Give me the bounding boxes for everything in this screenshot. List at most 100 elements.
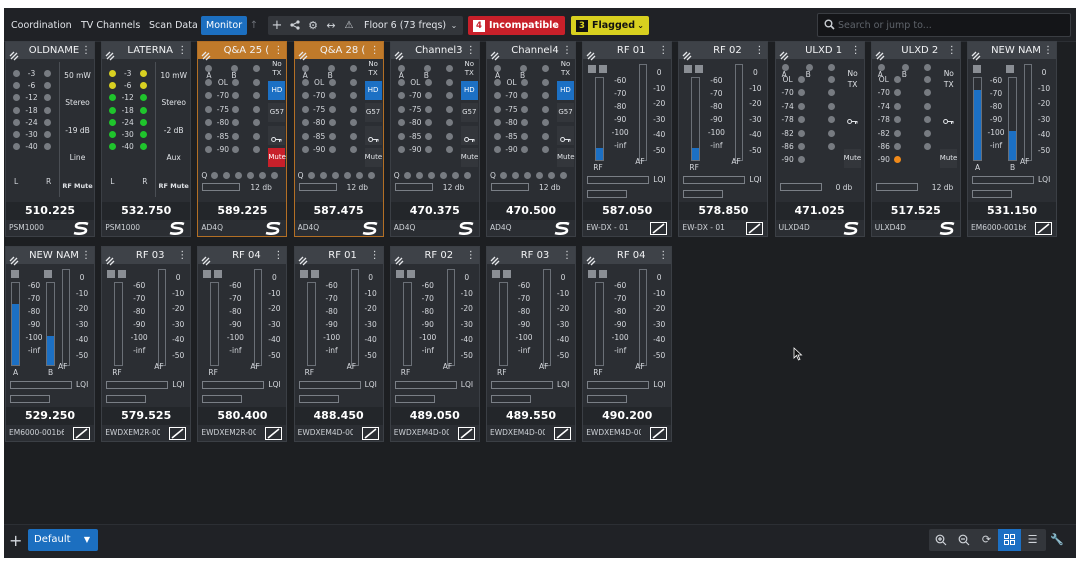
channel-strip[interactable]: ULXD 2 ⋮ A B OL -70 -74 -78 -82 -86 -90 No TX Mute 12… <box>870 41 961 237</box>
channel-frequency[interactable]: 589.225 <box>198 202 287 220</box>
channel-strip[interactable]: Q&A 28 (⋮ A B OL -70 -75 -80 -85 -90 No TX HD G57 Mu… <box>293 41 384 237</box>
add-tab-plus-icon[interactable]: + <box>9 531 22 551</box>
hd-button[interactable]: HD <box>557 81 574 100</box>
no-tx-indicator[interactable]: No TX <box>461 59 478 78</box>
channel-frequency[interactable]: 529.250 <box>6 407 94 425</box>
channel-name[interactable]: NEW NAM <box>985 42 1047 59</box>
mute-button[interactable]: Mute <box>939 149 957 168</box>
mute-button[interactable]: Mute <box>268 148 286 167</box>
zoom-out-icon[interactable] <box>952 529 975 551</box>
channel-header[interactable]: Q&A 28 (⋮ <box>294 42 383 61</box>
channel-strip[interactable]: RF 04 ⋮ RF -60 -70 -80 -90 -100 -inf AF 0 -10 -20 -30… <box>197 246 288 442</box>
channel-strip[interactable]: Channel4 ⋮ A B OL -70 -75 -80 -85 -90 No TX HD G57 Mu… <box>486 41 576 237</box>
side-setting-button[interactable]: RF Mute <box>157 181 190 191</box>
gear-icon[interactable]: ⚙ <box>306 16 320 35</box>
hd-button[interactable]: HD <box>268 81 286 100</box>
no-tx-indicator[interactable]: No TX <box>365 59 382 78</box>
channel-frequency[interactable]: 470.375 <box>390 202 479 220</box>
floor-selector[interactable]: Floor 6 (73 freqs) <box>364 16 449 35</box>
lock-button[interactable] <box>844 108 861 127</box>
nav-scan-data[interactable]: Scan Data <box>144 16 203 35</box>
channel-header[interactable]: NEW NAM ⋮ <box>968 42 1056 61</box>
arrow-up-icon[interactable]: ↑ <box>248 16 260 35</box>
channel-name[interactable]: RF 01 <box>600 42 662 59</box>
zoom-in-icon[interactable] <box>929 529 952 551</box>
side-setting-button[interactable]: RF Mute <box>61 181 94 191</box>
channel-header[interactable]: RF 01 ⋮ <box>583 42 672 61</box>
side-setting-button[interactable]: Stereo <box>61 98 94 108</box>
more-menu-icon[interactable]: ⋮ <box>273 247 283 264</box>
channel-strip[interactable]: RF 01 ⋮ RF -60 -70 -80 -90 -100 -inf AF 0 -10 -20 -30… <box>293 246 384 442</box>
channel-strip[interactable]: ULXD 1 ⋮ A B OL -70 -74 -78 -82 -86 -90 No TX Mute 0 … <box>774 41 865 237</box>
channel-strip[interactable]: Q&A 25 (⋮ A B OL -70 -75 -80 -85 -90 No TX HD G57 Mu… <box>197 41 288 237</box>
channel-name[interactable]: Channel3 <box>408 42 470 59</box>
channel-frequency[interactable]: 489.550 <box>487 407 575 425</box>
channel-frequency[interactable]: 470.500 <box>487 202 575 220</box>
channel-header[interactable]: Channel4 ⋮ <box>487 42 575 61</box>
more-menu-icon[interactable]: ⋮ <box>81 247 91 264</box>
channel-name[interactable]: RF 03 <box>504 247 566 264</box>
side-setting-button[interactable]: Aux <box>157 153 190 163</box>
channel-frequency[interactable]: 587.050 <box>583 202 672 220</box>
channel-header[interactable]: ULXD 2 ⋮ <box>871 42 960 61</box>
channel-header[interactable]: RF 03 ⋮ <box>487 247 575 266</box>
more-menu-icon[interactable]: ⋮ <box>177 247 187 264</box>
wrench-icon[interactable]: 🔧 <box>1050 533 1064 546</box>
g57-button[interactable]: G57 <box>557 103 574 122</box>
more-menu-icon[interactable]: ⋮ <box>658 247 668 264</box>
channel-frequency[interactable]: 489.050 <box>390 407 479 425</box>
side-setting-button[interactable]: 10 mW <box>157 71 190 81</box>
channel-header[interactable]: RF 03 ⋮ <box>102 247 191 266</box>
list-view-icon[interactable]: ☰ <box>1021 529 1044 551</box>
mute-button[interactable]: Mute <box>460 148 478 167</box>
more-menu-icon[interactable]: ⋮ <box>851 42 861 59</box>
g57-button[interactable]: G57 <box>268 103 286 122</box>
side-setting-button[interactable]: Stereo <box>157 98 190 108</box>
channel-header[interactable]: LATERNA ⋮ <box>102 42 191 61</box>
more-menu-icon[interactable]: ⋮ <box>754 42 764 59</box>
more-menu-icon[interactable]: ⋮ <box>1043 42 1053 59</box>
more-menu-icon[interactable]: ⋮ <box>658 42 668 59</box>
more-menu-icon[interactable]: ⋮ <box>177 42 187 59</box>
warning-icon[interactable]: ⚠ <box>342 16 356 35</box>
channel-frequency[interactable]: 587.475 <box>294 202 383 220</box>
nav-monitor[interactable]: Monitor <box>201 16 248 35</box>
plus-icon[interactable]: + <box>270 16 284 35</box>
search-input[interactable] <box>838 18 1063 32</box>
g57-button[interactable]: G57 <box>364 103 382 122</box>
hd-button[interactable]: HD <box>460 81 478 100</box>
channel-name[interactable]: RF 02 <box>408 247 470 264</box>
tab-default[interactable]: Default ▼ <box>28 529 98 551</box>
more-menu-icon[interactable]: ⋮ <box>947 42 957 59</box>
channel-strip[interactable]: RF 02 ⋮ RF -60 -70 -80 -90 -100 -inf AF 0 -10 -20 -30… <box>678 41 769 237</box>
channel-strip[interactable]: NEW NAM ⋮ A B -60 -70 -80 -90 -100 -inf AF 0 -10 -20 -… <box>967 41 1057 237</box>
channel-frequency[interactable]: 517.525 <box>871 202 960 220</box>
lock-button[interactable] <box>268 126 286 145</box>
channel-frequency[interactable]: 471.025 <box>775 202 864 220</box>
grid-view-icon[interactable] <box>998 529 1021 551</box>
more-menu-icon[interactable]: ⋮ <box>466 247 476 264</box>
channel-strip[interactable]: RF 04 ⋮ RF -60 -70 -80 -90 -100 -inf AF 0 -10 -20 -30… <box>582 246 673 442</box>
channel-name[interactable]: RF 02 <box>696 42 758 59</box>
channel-header[interactable]: ULXD 1 ⋮ <box>775 42 864 61</box>
channel-strip[interactable]: RF 02 ⋮ RF -60 -70 -80 -90 -100 -inf AF 0 -10 -20 -30… <box>389 246 480 442</box>
more-menu-icon[interactable]: ⋮ <box>466 42 476 59</box>
channel-strip[interactable]: LATERNA ⋮ -3 -6 -12 -18 -24 -30 -40 L R 10 mW Stereo… <box>101 41 192 237</box>
lock-button[interactable] <box>557 126 574 145</box>
channel-strip[interactable]: RF 03 ⋮ RF -60 -70 -80 -90 -100 -inf AF 0 -10 -20 -30… <box>101 246 192 442</box>
filter-incompatible[interactable]: 4 Incompatible ⌄ <box>468 16 565 35</box>
channel-name[interactable]: RF 04 <box>600 247 662 264</box>
channel-header[interactable]: RF 02 ⋮ <box>679 42 768 61</box>
channel-name[interactable]: RF 01 <box>312 247 374 264</box>
lock-button[interactable] <box>940 108 957 127</box>
more-menu-icon[interactable]: ⋮ <box>370 42 380 59</box>
no-tx-indicator[interactable]: No TX <box>268 59 285 78</box>
mute-button[interactable]: Mute <box>843 149 861 168</box>
channel-name[interactable]: Channel4 <box>504 42 566 59</box>
channel-strip[interactable]: RF 01 ⋮ RF -60 -70 -80 -90 -100 -inf AF 0 -10 -20 -30… <box>582 41 673 237</box>
channel-frequency[interactable]: 578.850 <box>679 202 768 220</box>
refresh-icon[interactable]: ⟳ <box>975 529 998 551</box>
channel-frequency[interactable]: 490.200 <box>583 407 672 425</box>
mute-button[interactable]: Mute <box>557 148 575 167</box>
side-setting-button[interactable]: -2 dB <box>157 126 190 136</box>
